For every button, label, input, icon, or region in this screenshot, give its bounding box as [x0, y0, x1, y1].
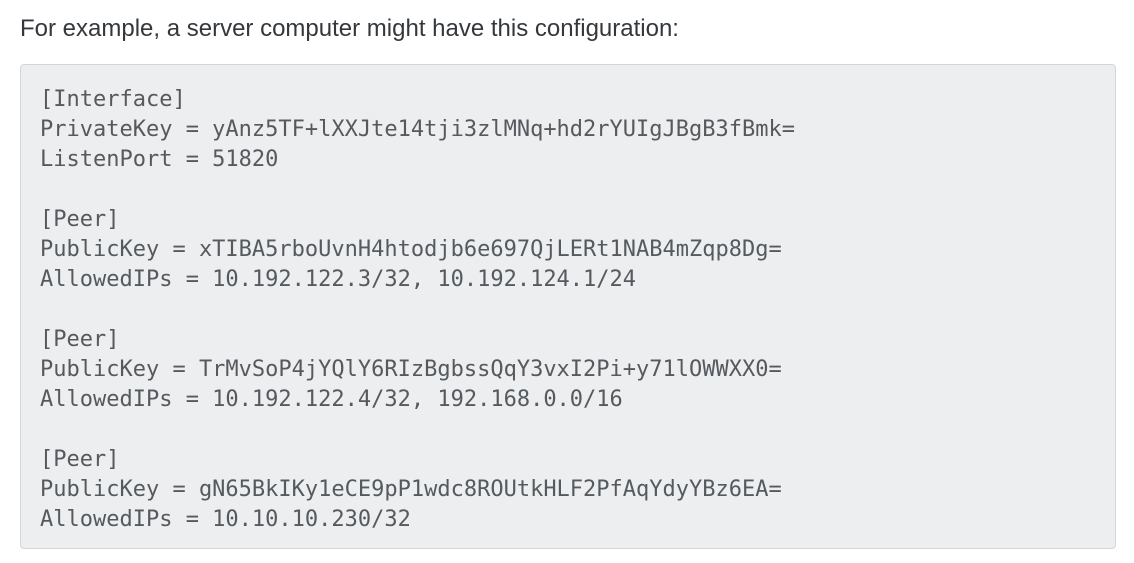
- peer-1-section-header: [Peer]: [40, 207, 120, 232]
- interface-listen-port-line: ListenPort = 51820: [40, 147, 279, 172]
- interface-private-key-line: PrivateKey = yAnz5TF+lXXJte14tji3zlMNq+h…: [40, 117, 795, 142]
- intro-paragraph: For example, a server computer might hav…: [20, 15, 679, 42]
- peer-3-section-header: [Peer]: [40, 447, 120, 472]
- config-code-block: [Interface] PrivateKey = yAnz5TF+lXXJte14…: [20, 64, 1116, 549]
- peer-2-section-header: [Peer]: [40, 327, 120, 352]
- peer-2-public-key-line: PublicKey = TrMvSoP4jYQlY6RIzBgbssQqY3vx…: [40, 357, 782, 382]
- peer-1-allowed-ips-line: AllowedIPs = 10.192.122.3/32, 10.192.124…: [40, 267, 637, 292]
- peer-1-public-key-line: PublicKey = xTIBA5rboUvnH4htodjb6e697QjL…: [40, 237, 782, 262]
- peer-3-public-key-line: PublicKey = gN65BkIKy1eCE9pP1wdc8ROUtkHL…: [40, 477, 782, 502]
- interface-section-header: [Interface]: [40, 87, 186, 112]
- peer-3-allowed-ips-line: AllowedIPs = 10.10.10.230/32: [40, 507, 411, 532]
- peer-2-allowed-ips-line: AllowedIPs = 10.192.122.4/32, 192.168.0.…: [40, 387, 623, 412]
